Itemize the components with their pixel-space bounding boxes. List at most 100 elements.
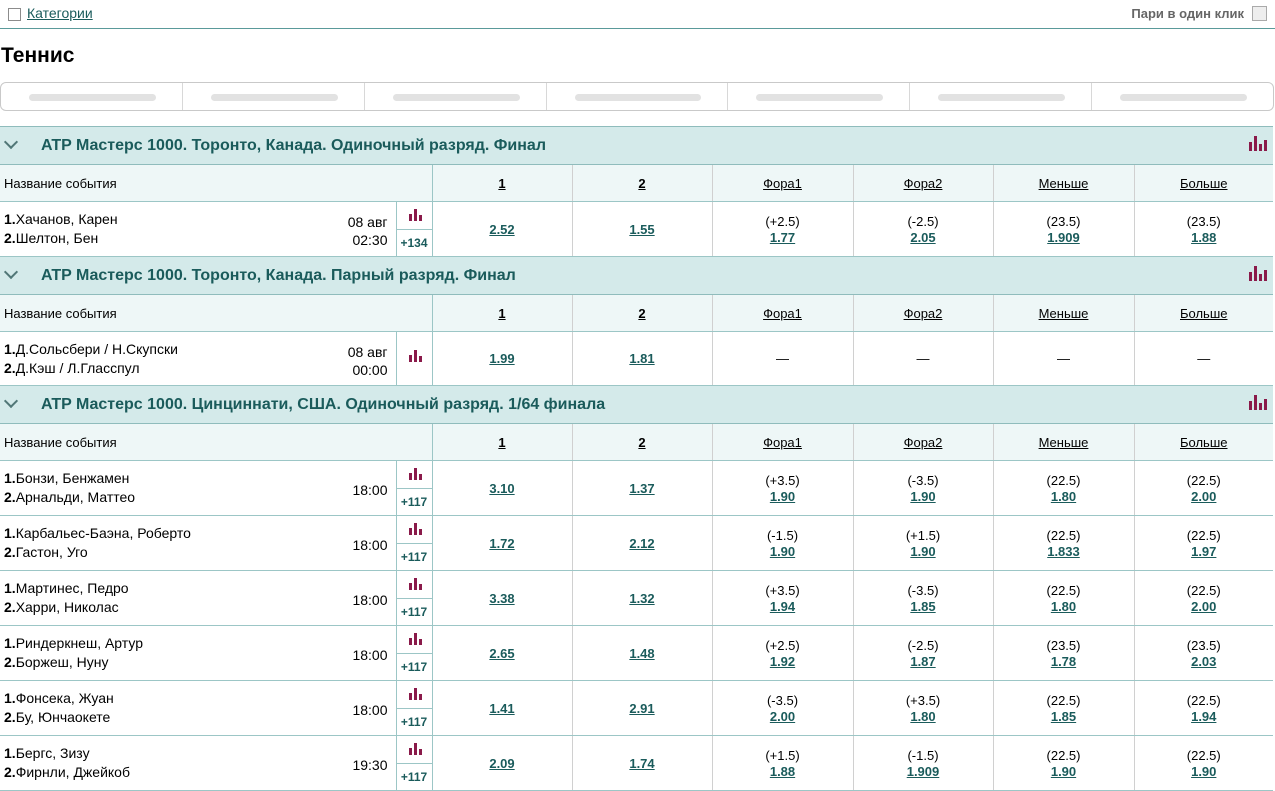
- odds-value[interactable]: 1.85: [1051, 709, 1076, 724]
- event-name-cell[interactable]: 1.Бергс, Зизу 2.Фирнли, Джейкоб 19:30: [0, 735, 396, 791]
- odds-win2[interactable]: 1.74: [572, 735, 713, 791]
- odds-win1[interactable]: 1.99: [432, 331, 573, 386]
- stats-icon[interactable]: [408, 468, 422, 480]
- chevron-down-icon[interactable]: [3, 134, 19, 150]
- odds-over[interactable]: (22.5) 2.00: [1134, 570, 1273, 626]
- odds-over[interactable]: (23.5) 1.88: [1134, 201, 1273, 257]
- odds-value[interactable]: 1.72: [489, 536, 514, 551]
- odds-win1[interactable]: 2.65: [432, 625, 573, 681]
- more-markets-link[interactable]: +117: [397, 489, 432, 515]
- odds-over[interactable]: (22.5) 1.97: [1134, 515, 1273, 571]
- tab-placeholder[interactable]: [728, 83, 911, 110]
- odds-win2[interactable]: 2.12: [572, 515, 713, 571]
- stats-icon[interactable]: [408, 688, 422, 700]
- stats-icon[interactable]: [408, 350, 422, 362]
- odds-under[interactable]: (23.5) 1.909: [993, 201, 1135, 257]
- odds-win2[interactable]: 1.32: [572, 570, 713, 626]
- event-name-cell[interactable]: 1.Карбальес-Баэна, Роберто 2.Гастон, Уго 1…: [0, 515, 396, 571]
- odds-value[interactable]: 1.78: [1051, 654, 1076, 669]
- stats-icon[interactable]: [408, 209, 422, 221]
- odds-value[interactable]: 1.85: [910, 599, 935, 614]
- odds-value[interactable]: 1.74: [629, 756, 654, 771]
- odds-value[interactable]: 1.32: [629, 591, 654, 606]
- tab-placeholder[interactable]: [365, 83, 547, 110]
- chevron-down-icon[interactable]: [3, 393, 19, 409]
- odds-value[interactable]: 1.833: [1047, 544, 1080, 559]
- player1-name[interactable]: Хачанов, Карен: [16, 211, 118, 227]
- stats-icon[interactable]: [1249, 136, 1267, 151]
- odds-value[interactable]: 1.41: [489, 701, 514, 716]
- player2-name[interactable]: Харри, Николас: [16, 599, 119, 615]
- player2-name[interactable]: Гастон, Уго: [16, 544, 88, 560]
- odds-win1[interactable]: 1.72: [432, 515, 573, 571]
- odds-value[interactable]: 2.00: [1191, 489, 1216, 504]
- odds-handicap2[interactable]: (-3.5) 1.90: [853, 460, 994, 516]
- tab-placeholder[interactable]: [183, 83, 365, 110]
- odds-win2[interactable]: 1.55: [572, 201, 713, 257]
- odds-handicap1[interactable]: (-3.5) 2.00: [712, 680, 854, 736]
- odds-value[interactable]: 1.90: [770, 489, 795, 504]
- odds-over[interactable]: (22.5) 1.94: [1134, 680, 1273, 736]
- odds-handicap2[interactable]: (-1.5) 1.909: [853, 735, 994, 791]
- more-markets-link[interactable]: +117: [397, 544, 432, 570]
- odds-value[interactable]: 3.38: [489, 591, 514, 606]
- player1-name[interactable]: Фонсека, Жуан: [16, 690, 114, 706]
- odds-under[interactable]: (22.5) 1.80: [993, 460, 1135, 516]
- odds-under[interactable]: (23.5) 1.78: [993, 625, 1135, 681]
- player2-name[interactable]: Шелтон, Бен: [16, 230, 99, 246]
- odds-value[interactable]: 1.37: [629, 481, 654, 496]
- odds-value[interactable]: 1.90: [910, 544, 935, 559]
- odds-win1[interactable]: 3.10: [432, 460, 573, 516]
- player2-name[interactable]: Боржеш, Нуну: [16, 654, 109, 670]
- odds-handicap1[interactable]: (+1.5) 1.88: [712, 735, 854, 791]
- odds-value[interactable]: 1.90: [770, 544, 795, 559]
- odds-value[interactable]: 2.12: [629, 536, 654, 551]
- odds-value[interactable]: 1.88: [770, 764, 795, 779]
- odds-handicap1[interactable]: (+2.5) 1.77: [712, 201, 854, 257]
- odds-value[interactable]: 2.03: [1191, 654, 1216, 669]
- odds-handicap1[interactable]: (+3.5) 1.94: [712, 570, 854, 626]
- odds-value[interactable]: 2.09: [489, 756, 514, 771]
- odds-value[interactable]: 1.87: [910, 654, 935, 669]
- chevron-down-icon[interactable]: [3, 264, 19, 280]
- player1-name[interactable]: Д.Сольсбери / Н.Скупски: [16, 341, 178, 357]
- odds-value[interactable]: 1.55: [629, 222, 654, 237]
- odds-value[interactable]: 1.80: [1051, 599, 1076, 614]
- odds-value[interactable]: 1.94: [1191, 709, 1216, 724]
- league-row[interactable]: ATP Мастерс 1000. Торонто, Канада. Одино…: [0, 126, 1273, 165]
- categories-link[interactable]: Категории: [27, 5, 93, 21]
- odds-handicap2[interactable]: (-3.5) 1.85: [853, 570, 994, 626]
- odds-under[interactable]: (22.5) 1.80: [993, 570, 1135, 626]
- more-markets-link[interactable]: +117: [397, 654, 432, 680]
- event-name-cell[interactable]: 1.Д.Сольсбери / Н.Скупски 2.Д.Кэш / Л.Гла…: [0, 331, 396, 386]
- odds-handicap1[interactable]: (-1.5) 1.90: [712, 515, 854, 571]
- more-markets-link[interactable]: +117: [397, 599, 432, 625]
- stats-icon[interactable]: [1249, 395, 1267, 410]
- odds-win1[interactable]: 1.41: [432, 680, 573, 736]
- odds-value[interactable]: 3.10: [489, 481, 514, 496]
- stats-icon[interactable]: [408, 743, 422, 755]
- player2-name[interactable]: Д.Кэш / Л.Гласспул: [16, 360, 140, 376]
- odds-value[interactable]: 1.909: [1047, 230, 1080, 245]
- tab-placeholder[interactable]: [910, 83, 1093, 110]
- odds-over[interactable]: (22.5) 2.00: [1134, 460, 1273, 516]
- player2-name[interactable]: Бу, Юнчаокете: [16, 709, 111, 725]
- odds-value[interactable]: 2.91: [629, 701, 654, 716]
- player1-name[interactable]: Карбальес-Баэна, Роберто: [16, 525, 191, 541]
- odds-under[interactable]: (22.5) 1.90: [993, 735, 1135, 791]
- odds-handicap2[interactable]: (+3.5) 1.80: [853, 680, 994, 736]
- odds-value[interactable]: 1.97: [1191, 544, 1216, 559]
- league-title[interactable]: ATP Мастерс 1000. Торонто, Канада. Парны…: [41, 267, 516, 285]
- odds-under[interactable]: (22.5) 1.85: [993, 680, 1135, 736]
- odds-win2[interactable]: 1.48: [572, 625, 713, 681]
- league-row[interactable]: ATP Мастерс 1000. Цинциннати, США. Одино…: [0, 385, 1273, 424]
- odds-value[interactable]: 2.52: [489, 222, 514, 237]
- stats-icon[interactable]: [408, 633, 422, 645]
- odds-value[interactable]: 1.90: [910, 489, 935, 504]
- odds-value[interactable]: 1.90: [1191, 764, 1216, 779]
- odds-under[interactable]: (22.5) 1.833: [993, 515, 1135, 571]
- odds-handicap2[interactable]: (-2.5) 2.05: [853, 201, 994, 257]
- odds-handicap2[interactable]: (+1.5) 1.90: [853, 515, 994, 571]
- odds-win2[interactable]: 1.37: [572, 460, 713, 516]
- event-name-cell[interactable]: 1.Фонсека, Жуан 2.Бу, Юнчаокете 18:00: [0, 680, 396, 736]
